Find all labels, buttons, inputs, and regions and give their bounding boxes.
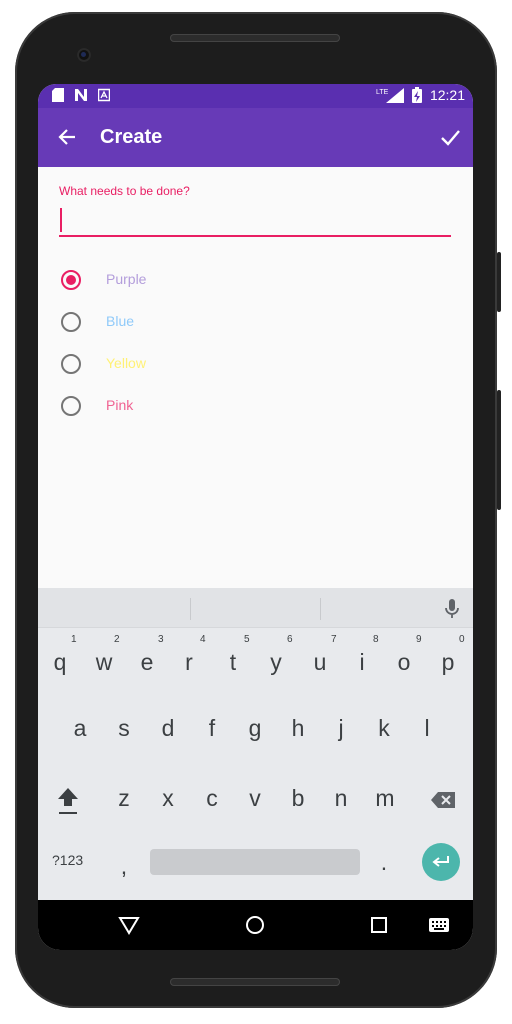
key-w[interactable]: w: [93, 646, 115, 678]
key-n[interactable]: n: [333, 782, 349, 814]
radio-option-purple[interactable]: Purple: [38, 259, 473, 301]
lte-signal-icon: LTE: [376, 88, 404, 103]
system-nav-bar: [38, 900, 473, 950]
key-hint: 3: [158, 634, 164, 645]
radio-button-checked-icon[interactable]: [61, 270, 81, 290]
key-comma[interactable]: ,: [118, 850, 130, 882]
create-form: What needs to be done? Purple Blue Yello…: [38, 167, 473, 587]
radio-label-yellow: Yellow: [106, 355, 146, 371]
key-x[interactable]: x: [160, 782, 176, 814]
task-field-label: What needs to be done?: [59, 184, 190, 198]
key-v[interactable]: v: [247, 782, 263, 814]
radio-label-blue: Blue: [106, 313, 135, 329]
battery-charging-icon: [411, 87, 422, 103]
key-g[interactable]: g: [247, 712, 263, 744]
svg-text:LTE: LTE: [376, 89, 389, 96]
arrow-back-icon[interactable]: [52, 122, 82, 152]
back-triangle-icon[interactable]: [114, 910, 144, 940]
key-hint: 8: [373, 634, 379, 645]
radio-option-pink[interactable]: Pink: [38, 385, 473, 427]
check-icon[interactable]: [435, 122, 465, 152]
key-k[interactable]: k: [376, 712, 392, 744]
key-t[interactable]: t: [226, 646, 240, 678]
key-f[interactable]: f: [205, 712, 219, 744]
suggestion-divider: [320, 598, 321, 620]
home-circle-icon[interactable]: [240, 910, 270, 940]
key-hint: 6: [287, 634, 293, 645]
soft-keyboard: 1 q 2 w 3 e 4 r 5 t 6 y 7 u 8 i 9 o 0 p …: [38, 588, 473, 900]
enter-key[interactable]: [422, 843, 460, 881]
app-bar: Create: [38, 108, 473, 167]
key-h[interactable]: h: [290, 712, 306, 744]
key-hint: 2: [114, 634, 120, 645]
status-bar: LTE 12:21: [38, 84, 473, 108]
radio-option-blue[interactable]: Blue: [38, 301, 473, 343]
key-b[interactable]: b: [290, 782, 306, 814]
key-l[interactable]: l: [422, 712, 432, 744]
key-o[interactable]: o: [396, 646, 412, 678]
radio-label-purple: Purple: [106, 271, 147, 287]
screen: LTE 12:21 Create What needs to be done? …: [38, 84, 473, 950]
front-camera: [77, 48, 91, 62]
task-input[interactable]: [59, 201, 451, 237]
volume-button[interactable]: [497, 390, 501, 510]
recents-square-icon[interactable]: [364, 910, 394, 940]
key-q[interactable]: q: [52, 646, 68, 678]
radio-option-yellow[interactable]: Yellow: [38, 343, 473, 385]
key-hint: 1: [71, 634, 77, 645]
status-time: 12:21: [429, 87, 465, 103]
shift-icon[interactable]: [54, 784, 82, 818]
key-d[interactable]: d: [160, 712, 176, 744]
key-z[interactable]: z: [116, 782, 132, 814]
radio-button-unchecked-icon[interactable]: [61, 354, 81, 374]
key-hint: 4: [200, 634, 206, 645]
key-c[interactable]: c: [204, 782, 220, 814]
key-s[interactable]: s: [116, 712, 132, 744]
power-button[interactable]: [497, 252, 501, 312]
enter-icon: [432, 856, 449, 867]
key-j[interactable]: j: [335, 712, 347, 744]
key-m[interactable]: m: [372, 782, 398, 814]
n-icon: [75, 89, 87, 101]
key-e[interactable]: e: [139, 646, 155, 678]
top-speaker: [170, 34, 340, 42]
suggestion-strip: [38, 588, 473, 628]
key-hint: 9: [416, 634, 422, 645]
radio-button-unchecked-icon[interactable]: [61, 312, 81, 332]
backspace-icon[interactable]: [428, 786, 458, 814]
suggestion-divider: [190, 598, 191, 620]
symbols-key[interactable]: ?123: [52, 852, 83, 868]
keyboard-switch-icon[interactable]: [424, 910, 454, 940]
key-period[interactable]: .: [378, 846, 390, 878]
key-r[interactable]: r: [181, 646, 197, 678]
text-caret: [60, 208, 62, 232]
key-p[interactable]: p: [440, 646, 456, 678]
a-icon: [98, 88, 110, 102]
sd-card-icon: [52, 88, 64, 102]
radio-label-pink: Pink: [106, 397, 134, 413]
key-hint: 0: [459, 634, 465, 645]
key-a[interactable]: a: [72, 712, 88, 744]
microphone-icon[interactable]: [443, 598, 461, 620]
key-hint: 5: [244, 634, 250, 645]
key-i[interactable]: i: [356, 646, 368, 678]
key-u[interactable]: u: [312, 646, 328, 678]
radio-button-unchecked-icon[interactable]: [61, 396, 81, 416]
spacebar[interactable]: [150, 849, 360, 875]
key-y[interactable]: y: [268, 646, 284, 678]
key-hint: 7: [331, 634, 337, 645]
bottom-speaker: [170, 978, 340, 986]
page-title: Create: [100, 126, 163, 148]
